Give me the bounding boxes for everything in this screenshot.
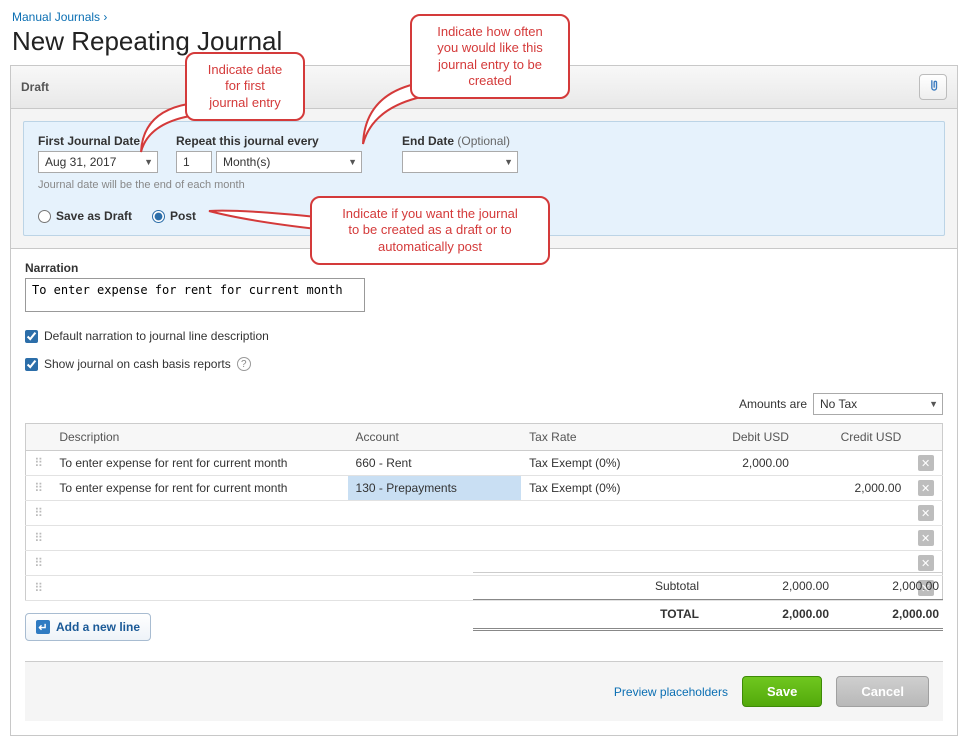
col-debit: Debit USD (685, 424, 797, 451)
cell-description[interactable]: To enter expense for rent for current mo… (51, 451, 347, 476)
amounts-are-select[interactable]: No Tax ▼ (813, 393, 943, 415)
paperclip-icon (926, 78, 940, 97)
chevron-down-icon: ▼ (348, 157, 357, 167)
drag-handle-icon[interactable]: ⠿ (26, 551, 52, 576)
cell-debit[interactable] (685, 526, 797, 551)
cell-credit[interactable] (797, 526, 909, 551)
drag-handle-icon[interactable]: ⠿ (26, 576, 52, 601)
cell-tax-rate[interactable]: Tax Exempt (0%) (521, 476, 684, 501)
cell-tax-rate[interactable] (521, 501, 684, 526)
attachment-button[interactable] (919, 74, 947, 100)
chevron-down-icon: ▼ (504, 157, 513, 167)
cell-debit[interactable]: 2,000.00 (685, 451, 797, 476)
cell-tax-rate[interactable] (521, 526, 684, 551)
remove-row-button[interactable]: ✕ (918, 455, 934, 471)
amounts-are-label: Amounts are (739, 397, 807, 411)
drag-handle-icon[interactable]: ⠿ (26, 526, 52, 551)
status-badge: Draft (21, 80, 49, 94)
callout-date: Indicate datefor firstjournal entry (185, 52, 305, 121)
cell-account[interactable]: 130 - Prepayments (348, 476, 522, 501)
cell-description[interactable]: To enter expense for rent for current mo… (51, 476, 347, 501)
cell-account[interactable] (348, 526, 522, 551)
table-row[interactable]: ⠿✕ (26, 501, 943, 526)
schedule-hint: Journal date will be the end of each mon… (38, 179, 930, 191)
subtotal-debit: 2,000.00 (719, 579, 829, 593)
totals-section: Subtotal 2,000.00 2,000.00 TOTAL 2,000.0… (473, 572, 943, 631)
help-icon[interactable]: ? (237, 357, 251, 371)
cell-credit[interactable] (797, 501, 909, 526)
cash-basis-label: Show journal on cash basis reports (44, 357, 231, 371)
col-account: Account (348, 424, 522, 451)
narration-input[interactable] (25, 278, 365, 312)
cell-description[interactable] (51, 526, 347, 551)
save-button[interactable]: Save (742, 676, 822, 707)
cell-account[interactable]: 660 - Rent (348, 451, 522, 476)
col-tax-rate: Tax Rate (521, 424, 684, 451)
cell-description[interactable] (51, 576, 347, 601)
post-radio-input[interactable] (152, 210, 165, 223)
subtotal-label: Subtotal (569, 579, 719, 593)
cell-debit[interactable] (685, 501, 797, 526)
save-as-draft-radio-input[interactable] (38, 210, 51, 223)
subtotal-credit: 2,000.00 (829, 579, 939, 593)
cash-basis-checkbox[interactable] (25, 358, 38, 371)
total-credit: 2,000.00 (829, 607, 939, 621)
remove-row-button[interactable]: ✕ (918, 505, 934, 521)
cell-tax-rate[interactable]: Tax Exempt (0%) (521, 451, 684, 476)
drag-handle-icon[interactable]: ⠿ (26, 476, 52, 501)
drag-handle-icon[interactable]: ⠿ (26, 451, 52, 476)
table-row[interactable]: ⠿To enter expense for rent for current m… (26, 451, 943, 476)
total-label: TOTAL (569, 607, 719, 621)
add-line-button[interactable]: ↵ Add a new line (25, 613, 151, 641)
repeat-unit-value: Month(s) (223, 155, 270, 169)
chevron-down-icon: ▼ (929, 399, 938, 409)
total-debit: 2,000.00 (719, 607, 829, 621)
callout-post: Indicate if you want the journalto be cr… (310, 196, 550, 265)
drag-handle-icon[interactable]: ⠿ (26, 501, 52, 526)
default-narration-checkbox[interactable] (25, 330, 38, 343)
remove-row-button[interactable]: ✕ (918, 530, 934, 546)
add-line-label: Add a new line (56, 620, 140, 634)
repeat-label: Repeat this journal every (176, 134, 362, 148)
col-credit: Credit USD (797, 424, 909, 451)
cell-account[interactable] (348, 501, 522, 526)
chevron-right-icon: › (103, 10, 107, 24)
post-radio[interactable]: Post (152, 209, 196, 223)
remove-row-button[interactable]: ✕ (918, 480, 934, 496)
breadcrumb-parent[interactable]: Manual Journals (12, 10, 100, 24)
default-narration-label: Default narration to journal line descri… (44, 329, 269, 343)
plus-icon: ↵ (36, 620, 50, 634)
cell-description[interactable] (51, 551, 347, 576)
remove-row-button[interactable]: ✕ (918, 555, 934, 571)
end-date-select[interactable]: ▼ (402, 151, 518, 173)
table-row[interactable]: ⠿✕ (26, 526, 943, 551)
amounts-are-value: No Tax (820, 397, 857, 411)
cell-debit[interactable] (685, 476, 797, 501)
table-row[interactable]: ⠿To enter expense for rent for current m… (26, 476, 943, 501)
cancel-button[interactable]: Cancel (836, 676, 929, 707)
preview-placeholders-link[interactable]: Preview placeholders (614, 685, 728, 699)
save-as-draft-radio[interactable]: Save as Draft (38, 209, 132, 223)
cell-credit[interactable] (797, 451, 909, 476)
cell-description[interactable] (51, 501, 347, 526)
first-date-value: Aug 31, 2017 (45, 155, 116, 169)
col-description: Description (51, 424, 347, 451)
repeat-unit-select[interactable]: Month(s) ▼ (216, 151, 362, 173)
callout-repeat: Indicate how oftenyou would like thisjou… (410, 14, 570, 99)
cell-credit[interactable]: 2,000.00 (797, 476, 909, 501)
